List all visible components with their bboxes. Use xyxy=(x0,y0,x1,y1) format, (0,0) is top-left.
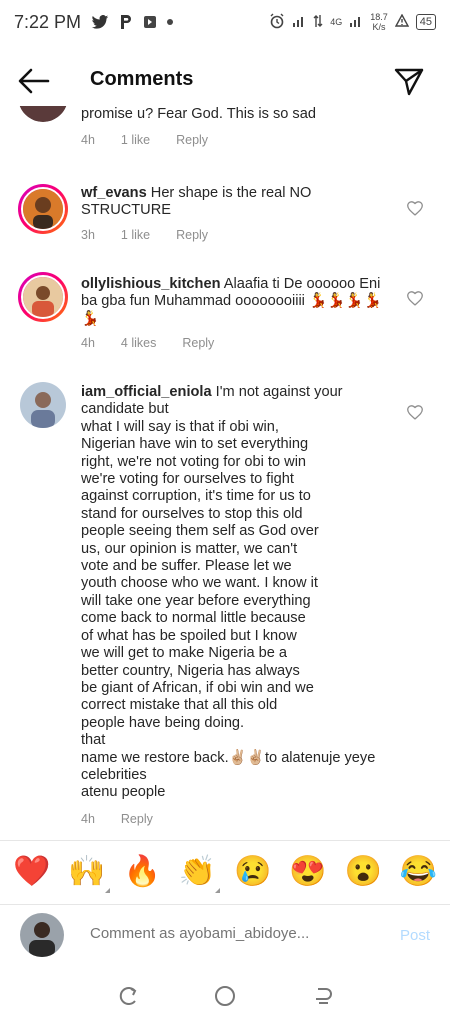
avatar[interactable] xyxy=(18,272,68,322)
recent-apps-button[interactable] xyxy=(115,983,141,1009)
avatar[interactable] xyxy=(18,106,68,122)
emoji-crying-button[interactable]: 😢 xyxy=(234,855,271,889)
share-button[interactable] xyxy=(392,64,426,98)
comment-meta: 4h Reply xyxy=(81,812,153,826)
comment-time: 4h xyxy=(81,133,95,147)
back-nav-icon xyxy=(315,988,332,1004)
comment-time: 3h xyxy=(81,228,95,242)
comment-text: wf_evans Her shape is the real NO STRUCT… xyxy=(81,185,391,220)
emoji-surprised-button[interactable]: 😮 xyxy=(344,855,381,889)
comment-text: iam_official_eniola I'm not against your… xyxy=(81,384,391,802)
comment-text: ollylishious_kitchen Alaafia ti De ooooo… xyxy=(81,276,391,328)
recent-apps-icon xyxy=(120,987,137,1005)
system-nav-bar xyxy=(0,968,450,1024)
status-right: 4G 18.7 K/s 45 xyxy=(269,12,436,32)
status-bar: 7:22 PM 4G 18.7 K/s 45 xyxy=(0,0,450,44)
reply-button[interactable]: Reply xyxy=(121,812,153,826)
skin-tone-caret-icon xyxy=(104,887,110,893)
heart-icon xyxy=(407,405,423,420)
comment-body: promise u? Fear God. This is so sad xyxy=(81,106,316,122)
heart-icon xyxy=(407,201,423,216)
like-button[interactable] xyxy=(406,290,424,306)
battery-icon: 45 xyxy=(415,14,436,30)
comment-composer: Post xyxy=(0,904,450,966)
comment-body: I'm not against your candidate but what … xyxy=(81,384,376,801)
emoji-glyph: 🙌 xyxy=(68,854,106,888)
battery-level: 45 xyxy=(419,16,432,28)
avatar-photo xyxy=(21,187,65,231)
emoji-laughing-button[interactable]: 😂 xyxy=(400,855,437,889)
reply-button[interactable]: Reply xyxy=(176,228,208,242)
warning-icon xyxy=(394,13,409,30)
comment-likes[interactable]: 1 like xyxy=(121,133,150,147)
avatar[interactable] xyxy=(20,382,66,428)
comments-list: promise u? Fear God. This is so sad 4h 1… xyxy=(0,106,450,836)
emoji-glyph: 👏 xyxy=(178,854,217,888)
comment-item: ollylishious_kitchen Alaafia ti De ooooo… xyxy=(0,270,450,370)
like-button[interactable] xyxy=(406,404,424,420)
comment-username[interactable]: iam_official_eniola xyxy=(81,384,212,400)
speed-value: 18.7 xyxy=(370,12,388,22)
paper-plane-icon xyxy=(394,68,424,96)
like-button[interactable] xyxy=(406,200,424,216)
user-avatar xyxy=(20,913,64,957)
comment-time: 4h xyxy=(81,812,95,826)
skin-tone-caret-icon xyxy=(215,887,221,893)
network-label: 4G xyxy=(330,17,342,27)
status-time: 7:22 PM xyxy=(14,11,82,32)
avatar[interactable] xyxy=(18,184,68,234)
signal-icon-2 xyxy=(349,14,363,31)
status-left: 7:22 PM xyxy=(14,11,174,33)
network-type: 4G xyxy=(330,17,343,27)
speed-readout: 18.7 K/s xyxy=(370,12,388,32)
comment-username[interactable]: wf_evans xyxy=(81,185,147,201)
p-app-icon xyxy=(119,14,133,30)
data-arrows-icon xyxy=(313,14,323,31)
twitter-icon xyxy=(91,14,109,30)
speed-unit: K/s xyxy=(372,22,386,32)
back-nav-button[interactable] xyxy=(309,983,335,1009)
emoji-fire-button[interactable]: 🔥 xyxy=(123,855,160,889)
emoji-clap-button[interactable]: 👏 xyxy=(178,854,221,893)
heart-icon xyxy=(407,291,423,306)
comment-meta: 3h 1 like Reply xyxy=(81,228,208,242)
comment-item: iam_official_eniola I'm not against your… xyxy=(0,378,450,836)
notification-app-icon xyxy=(143,15,157,29)
reply-button[interactable]: Reply xyxy=(176,133,208,147)
back-button[interactable] xyxy=(16,66,52,96)
emoji-heart-button[interactable]: ❤️ xyxy=(13,855,50,889)
comment-username[interactable]: ollylishious_kitchen xyxy=(81,276,221,292)
header: Comments xyxy=(0,56,450,106)
comment-likes[interactable]: 1 like xyxy=(121,228,150,242)
comment-item: promise u? Fear God. This is so sad 4h 1… xyxy=(0,106,450,160)
reply-button[interactable]: Reply xyxy=(182,336,214,350)
signal-icon xyxy=(292,14,306,31)
emoji-heart-eyes-button[interactable]: 😍 xyxy=(289,855,326,889)
dot-icon xyxy=(167,19,174,25)
post-button[interactable]: Post xyxy=(400,927,430,944)
avatar-photo xyxy=(21,275,65,319)
page-title: Comments xyxy=(90,68,194,90)
comment-meta: 4h 4 likes Reply xyxy=(81,336,214,350)
comment-likes[interactable]: 4 likes xyxy=(121,336,156,350)
comment-meta: 4h 1 like Reply xyxy=(81,133,208,147)
comment-input[interactable] xyxy=(90,925,370,942)
comment-time: 4h xyxy=(81,336,95,350)
home-circle-icon xyxy=(214,986,235,1006)
back-arrow-icon xyxy=(18,68,50,94)
comment-text: promise u? Fear God. This is so sad xyxy=(81,106,391,123)
emoji-raised-hands-button[interactable]: 🙌 xyxy=(68,854,110,893)
comment-item: wf_evans Her shape is the real NO STRUCT… xyxy=(0,182,450,262)
home-button[interactable] xyxy=(212,983,238,1009)
emoji-bar: ❤️ 🙌 🔥 👏 😢 😍 😮 😂 xyxy=(0,840,450,902)
alarm-icon xyxy=(269,13,285,32)
